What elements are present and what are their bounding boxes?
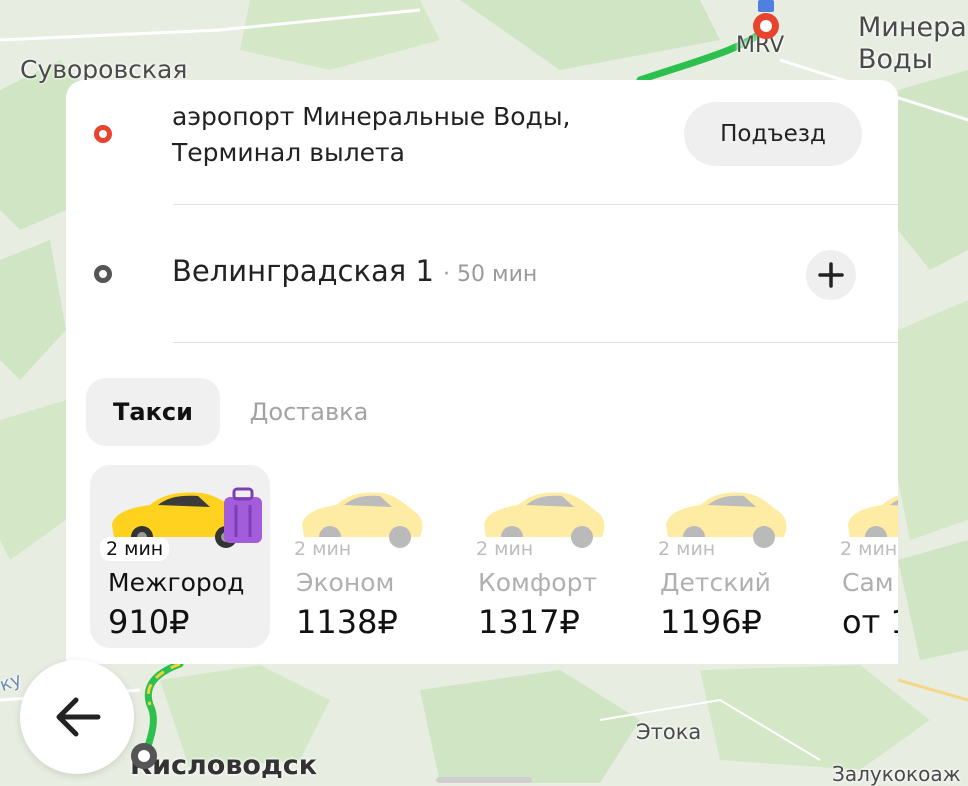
- tariff-intercity[interactable]: 2 мин Межгород 910₽: [90, 465, 270, 648]
- destination-address: Велинградская 1: [172, 254, 434, 288]
- destination-marker-icon[interactable]: [131, 743, 157, 769]
- map-label-zalukokoazhe: Залукокоаж: [832, 762, 961, 786]
- tariff-economy[interactable]: 2 мин Эконом 1138₽: [278, 465, 458, 648]
- entrance-button-label: Подъезд: [720, 121, 826, 147]
- map-label-mineralnye-2: Воды: [858, 44, 934, 75]
- tariff-child[interactable]: 2 мин Детский 1196₽: [642, 465, 822, 648]
- tariff-eta: 2 мин: [470, 537, 540, 561]
- tariff-name: Межгород: [108, 568, 245, 597]
- plus-icon: [818, 262, 844, 288]
- map-label-mineralnye-1: Минера: [858, 12, 967, 43]
- tariff-eta: 2 мин: [652, 537, 722, 561]
- tariff-eta: 2 мин: [100, 537, 170, 561]
- tariff-eta: 2 мин: [834, 537, 898, 561]
- tariff-self-drive[interactable]: 2 мин Сам от 1: [824, 465, 898, 648]
- tariff-name: Комфорт: [478, 568, 598, 597]
- origin-address-line2[interactable]: Терминал вылета: [172, 138, 405, 167]
- tab-taxi-label: Такси: [113, 398, 193, 426]
- origin-point-icon: [94, 125, 112, 143]
- tariff-name: Эконом: [296, 568, 395, 597]
- tariff-name: Сам: [842, 568, 894, 597]
- tariff-price: 910₽: [108, 603, 190, 641]
- home-indicator: [436, 777, 532, 783]
- tariff-name: Детский: [660, 568, 771, 597]
- tab-delivery-label: Доставка: [249, 398, 369, 426]
- destination-row[interactable]: Велинградская 1 · 50 мин: [172, 254, 537, 288]
- destination-point-icon: [94, 265, 112, 283]
- tariff-price: 1317₽: [478, 603, 580, 641]
- tariff-comfort[interactable]: 2 мин Комфорт 1317₽: [460, 465, 640, 648]
- tariff-eta: 2 мин: [288, 537, 358, 561]
- tariff-price: от 1: [842, 603, 898, 641]
- airport-marker-icon[interactable]: [748, 0, 784, 46]
- tariff-price: 1138₽: [296, 603, 398, 641]
- add-stop-button[interactable]: [806, 250, 856, 300]
- tariff-price: 1196₽: [660, 603, 762, 641]
- map-label-kislovodsk: Кисловодск: [130, 750, 318, 781]
- tab-delivery[interactable]: Доставка: [234, 378, 384, 446]
- origin-address-line1[interactable]: аэропорт Минеральные Воды,: [172, 102, 571, 131]
- arrow-left-icon: [56, 697, 101, 737]
- map-label-etoka: Этока: [636, 720, 702, 744]
- order-card: аэропорт Минеральные Воды, Терминал выле…: [66, 80, 898, 664]
- tab-taxi[interactable]: Такси: [86, 378, 220, 446]
- back-button[interactable]: [20, 660, 134, 774]
- divider: [173, 204, 898, 205]
- entrance-button[interactable]: Подъезд: [684, 102, 862, 166]
- trip-duration: · 50 мин: [443, 262, 538, 287]
- divider: [173, 342, 898, 343]
